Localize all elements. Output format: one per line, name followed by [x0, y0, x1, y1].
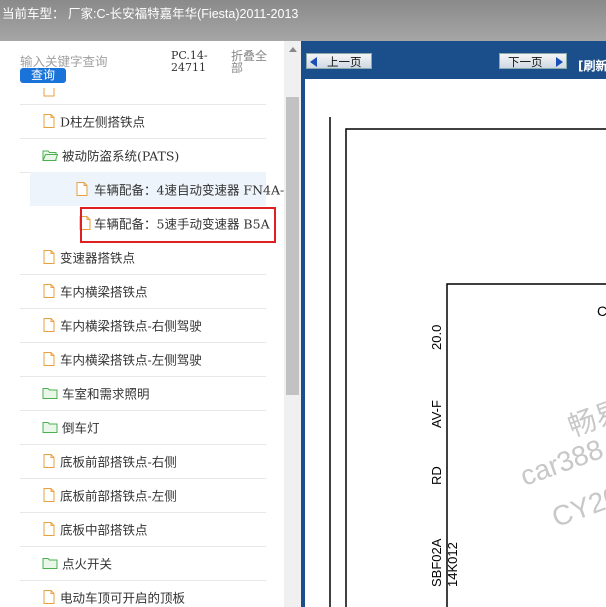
tree-item-4at[interactable]: 车辆配备：4速自动变速器 FN4A-EL — [30, 172, 301, 206]
file-icon — [43, 590, 55, 604]
tree-item-d-pillar-ground[interactable]: D柱左侧搭铁点 — [20, 104, 266, 139]
wire-code-label: AV-F — [429, 400, 444, 428]
tree-item-crossbeam-ground-rhd[interactable]: 车内横梁搭铁点-右侧驾驶 — [20, 308, 266, 343]
wire-color-label: RD — [429, 466, 444, 485]
tree-item-sunroof[interactable]: 电动车顶可开启的顶板 — [20, 580, 266, 607]
tree-item-label: 电动车顶可开启的顶板 — [60, 590, 186, 606]
scroll-up-arrow-icon[interactable] — [284, 41, 301, 57]
file-icon — [43, 88, 55, 97]
tree-item-partial[interactable] — [20, 86, 266, 105]
search-button[interactable]: 查询 — [20, 68, 66, 83]
file-icon — [43, 250, 55, 264]
wire-size-label: 20.0 — [429, 324, 444, 350]
file-icon — [43, 522, 55, 536]
tree-item-label: 被动防盗系统(PATS) — [62, 148, 180, 164]
tree-item-label: 车室和需求照明 — [62, 386, 150, 402]
prev-page-label: 上一页 — [327, 55, 362, 69]
arrow-right-icon — [556, 57, 563, 67]
tree-item-label: 点火开关 — [62, 556, 113, 572]
tree-item-label: 倒车灯 — [62, 420, 100, 436]
folder-icon — [42, 558, 58, 569]
tree-item-crossbeam-ground[interactable]: 车内横梁搭铁点 — [20, 274, 266, 309]
prev-page-button[interactable]: 上一页 — [306, 53, 372, 69]
tree-item-pats[interactable]: 被动防盗系统(PATS) — [20, 138, 266, 173]
viewer-toolbar: 上一页 下一页 [刷新] — [301, 41, 606, 79]
tree-item-reverse-lamp[interactable]: 倒车灯 — [20, 410, 266, 445]
tree-item-label: 底板前部搭铁点-右侧 — [60, 454, 177, 470]
folder-open-icon — [42, 150, 58, 161]
tree-item-floor-middle-ground[interactable]: 底板中部搭铁点 — [20, 512, 266, 547]
file-icon — [76, 182, 88, 196]
next-page-label: 下一页 — [508, 55, 543, 69]
file-icon — [43, 454, 55, 468]
tree-item-label: D柱左侧搭铁点 — [60, 114, 146, 130]
tree-item-label: 车内横梁搭铁点-右侧驾驶 — [60, 318, 202, 334]
folder-icon — [42, 388, 58, 399]
part-number: PC.14-24711 — [171, 49, 208, 74]
tree-item-label: 底板中部搭铁点 — [60, 522, 148, 538]
wiring-diagram: 20.0 AV-F RD SBF02A 14K012 C 畅易 car388 C… — [305, 79, 606, 607]
file-icon — [43, 318, 55, 332]
folder-icon — [42, 422, 58, 433]
diagram-corner-label: C — [597, 303, 606, 319]
diagram-viewer: 上一页 下一页 [刷新] 20.0 AV-F RD SBF02A 14K012 … — [301, 41, 606, 607]
search-input[interactable] — [20, 53, 160, 69]
tree-item-label: 车内横梁搭铁点 — [60, 284, 148, 300]
collapse-all-button[interactable]: 折叠全部 — [231, 50, 277, 74]
tree-item-label: 车辆配备：4速自动变速器 FN4A-EL — [94, 182, 301, 198]
tree-item-label: 底板前部搭铁点-左侧 — [60, 488, 177, 504]
tree-item-crossbeam-ground-lhd[interactable]: 车内横梁搭铁点-左侧驾驶 — [20, 342, 266, 377]
file-icon — [43, 488, 55, 502]
sidebar-scrollbar[interactable] — [284, 41, 301, 607]
tree-item-transmission-ground[interactable]: 变速器搭铁点 — [20, 240, 266, 275]
tree-item-interior-lighting[interactable]: 车室和需求照明 — [20, 376, 266, 411]
connector-label: SBF02A — [429, 538, 444, 587]
arrow-left-icon — [310, 57, 317, 67]
tree-item-label: 变速器搭铁点 — [60, 250, 136, 266]
file-icon — [43, 352, 55, 366]
tree-item-label: 车内横梁搭铁点-左侧驾驶 — [60, 352, 202, 368]
sidebar: 查询 PC.14-24711 折叠全部 D柱左侧搭铁点 被动防盗系统(PATS) — [0, 41, 301, 607]
next-page-button[interactable]: 下一页 — [499, 53, 567, 69]
current-vehicle-title: 当前车型： 厂家:C-长安福特嘉年华(Fiesta)2011-2013 — [2, 7, 299, 21]
file-icon — [43, 284, 55, 298]
scrollbar-thumb[interactable] — [286, 97, 299, 395]
top-bar: 当前车型： 厂家:C-长安福特嘉年华(Fiesta)2011-2013 — [0, 0, 606, 41]
highlight-box — [80, 207, 276, 243]
tree-item-floor-front-ground-right[interactable]: 底板前部搭铁点-右侧 — [20, 444, 266, 479]
refresh-link[interactable]: [刷新] — [578, 57, 606, 74]
connector-sub-label: 14K012 — [445, 542, 460, 587]
tree-item-floor-front-ground-left[interactable]: 底板前部搭铁点-左侧 — [20, 478, 266, 513]
file-icon — [43, 114, 55, 128]
tree-item-ignition-switch[interactable]: 点火开关 — [20, 546, 266, 581]
